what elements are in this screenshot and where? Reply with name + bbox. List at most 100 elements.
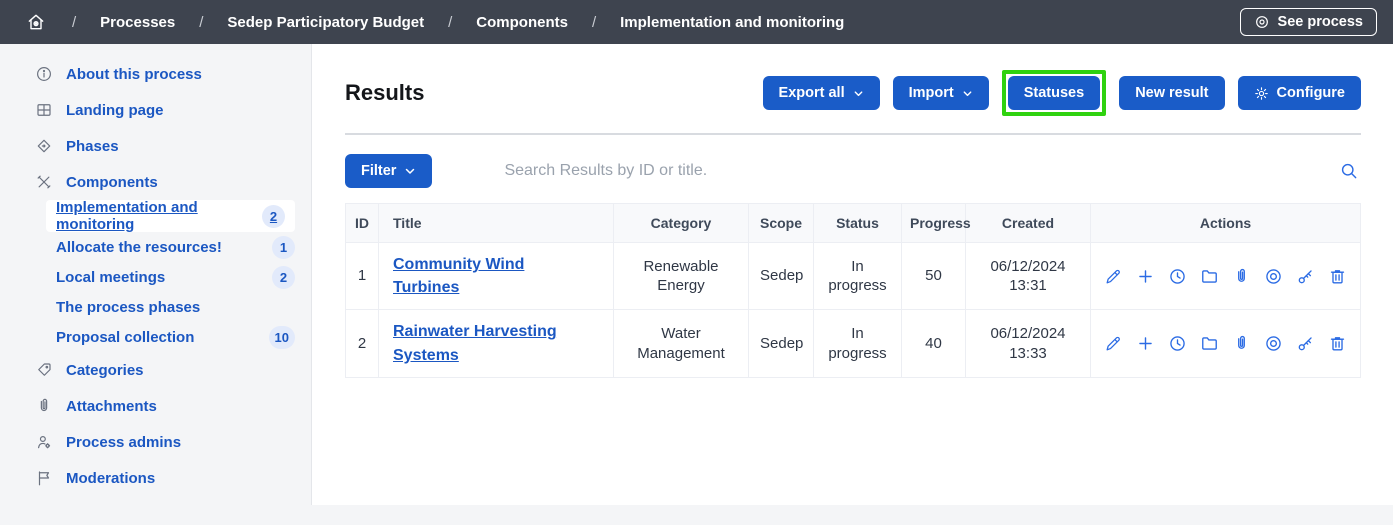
sidebar-subitem-allocate-resources[interactable]: Allocate the resources! 1: [56, 232, 295, 262]
page-title: Results: [345, 80, 424, 106]
filter-row: Filter: [345, 154, 1361, 188]
header-progress: Progress: [902, 204, 966, 243]
search-icon: [1339, 161, 1359, 181]
breadcrumb-current-component[interactable]: Implementation and monitoring: [620, 14, 844, 31]
sidebar-item-landing-page[interactable]: Landing page: [0, 92, 311, 128]
cell-category: Water Management: [614, 310, 749, 377]
search-button[interactable]: [1337, 161, 1361, 181]
sidebar-item-label: Components: [66, 174, 158, 191]
sidebar-item-moderations[interactable]: Moderations: [0, 460, 311, 496]
header-title: Title: [379, 204, 614, 243]
sidebar-subitem-label: Proposal collection: [56, 329, 194, 346]
configure-button[interactable]: Configure: [1238, 76, 1361, 110]
see-process-button[interactable]: See process: [1240, 8, 1377, 36]
cell-created: 06/12/2024 13:31: [966, 243, 1091, 310]
sidebar-item-about[interactable]: About this process: [0, 56, 311, 92]
permissions-icon[interactable]: [1296, 334, 1315, 353]
filter-label: Filter: [361, 163, 396, 179]
table-header-row: ID Title Category Scope Status Progress …: [346, 204, 1361, 243]
sidebar-item-attachments[interactable]: Attachments: [0, 388, 311, 424]
breadcrumb-separator: /: [448, 14, 452, 31]
sidebar-item-label: Attachments: [66, 398, 157, 415]
attachment-icon[interactable]: [1232, 267, 1251, 286]
delete-icon[interactable]: [1328, 334, 1347, 353]
header-scope: Scope: [749, 204, 814, 243]
phases-icon: [35, 137, 53, 155]
sidebar-subitem-proposal-collection[interactable]: Proposal collection 10: [56, 322, 295, 352]
cell-status: In progress: [814, 243, 902, 310]
cell-scope: Sedep: [749, 310, 814, 377]
sidebar-item-components[interactable]: Components: [0, 164, 311, 200]
tag-icon: [35, 361, 53, 379]
count-badge: 2: [272, 266, 295, 289]
cell-progress: 50: [902, 243, 966, 310]
sidebar-item-label: Phases: [66, 138, 119, 155]
sidebar-subitem-local-meetings[interactable]: Local meetings 2: [56, 262, 295, 292]
add-icon[interactable]: [1136, 267, 1155, 286]
table-row: 1 Community Wind Turbines Renewable Ener…: [346, 243, 1361, 310]
attachment-icon[interactable]: [1232, 334, 1251, 353]
cell-actions: [1091, 310, 1361, 377]
result-title-link[interactable]: Rainwater Harvesting Systems: [393, 320, 583, 366]
delete-icon[interactable]: [1328, 267, 1347, 286]
sidebar-item-label: Landing page: [66, 102, 164, 119]
new-result-label: New result: [1135, 85, 1208, 101]
import-button[interactable]: Import: [893, 76, 989, 110]
home-icon: [26, 12, 46, 32]
header-category: Category: [614, 204, 749, 243]
statuses-highlight-box: Statuses: [1002, 70, 1106, 116]
sidebar-item-label: Process admins: [66, 434, 181, 451]
sidebar-item-label: About this process: [66, 66, 202, 83]
export-all-label: Export all: [779, 85, 845, 101]
filter-button[interactable]: Filter: [345, 154, 432, 188]
folder-icon[interactable]: [1200, 334, 1219, 353]
count-badge: 1: [272, 236, 295, 259]
preview-icon[interactable]: [1264, 334, 1283, 353]
add-icon[interactable]: [1136, 334, 1155, 353]
chevron-down-icon: [962, 88, 973, 99]
components-subnav: Implementation and monitoring 2 Allocate…: [0, 200, 311, 352]
toolbar: Export all Import Statuses: [763, 70, 1361, 116]
permissions-icon[interactable]: [1296, 267, 1315, 286]
edit-icon[interactable]: [1104, 267, 1123, 286]
divider: [345, 133, 1361, 135]
sidebar-item-phases[interactable]: Phases: [0, 128, 311, 164]
gear-icon: [1254, 86, 1269, 101]
cell-title: Community Wind Turbines: [379, 243, 614, 310]
sidebar-subitem-label: Allocate the resources!: [56, 239, 222, 256]
preview-icon[interactable]: [1264, 267, 1283, 286]
breadcrumb-components[interactable]: Components: [476, 14, 568, 31]
header-created: Created: [966, 204, 1091, 243]
sidebar-subitem-label: Implementation and monitoring: [56, 199, 262, 233]
breadcrumb-separator: /: [199, 14, 203, 31]
breadcrumb-process-name[interactable]: Sedep Participatory Budget: [227, 14, 424, 31]
edit-icon[interactable]: [1104, 334, 1123, 353]
breadcrumb-processes[interactable]: Processes: [100, 14, 175, 31]
sidebar-subitem-label: The process phases: [56, 299, 200, 316]
topbar: / Processes / Sedep Participatory Budget…: [0, 0, 1393, 44]
export-all-button[interactable]: Export all: [763, 76, 880, 110]
configure-label: Configure: [1277, 85, 1345, 101]
main-content: Results Export all Import Statuses: [312, 44, 1393, 505]
statuses-button[interactable]: Statuses: [1008, 76, 1100, 110]
history-icon[interactable]: [1168, 267, 1187, 286]
cell-scope: Sedep: [749, 243, 814, 310]
search-input[interactable]: [502, 161, 1337, 181]
home-breadcrumb-link[interactable]: [26, 12, 46, 32]
table-row: 2 Rainwater Harvesting Systems Water Man…: [346, 310, 1361, 377]
count-badge: 10: [269, 326, 295, 349]
result-title-link[interactable]: Community Wind Turbines: [393, 253, 583, 299]
cell-id: 2: [346, 310, 379, 377]
sidebar-item-process-admins[interactable]: Process admins: [0, 424, 311, 460]
history-icon[interactable]: [1168, 334, 1187, 353]
paperclip-icon: [35, 397, 53, 415]
header-id: ID: [346, 204, 379, 243]
breadcrumb-separator: /: [592, 14, 596, 31]
sidebar-subitem-process-phases[interactable]: The process phases: [56, 292, 295, 322]
sidebar-subitem-implementation-monitoring[interactable]: Implementation and monitoring 2: [46, 200, 295, 232]
chevron-down-icon: [853, 88, 864, 99]
sidebar-item-categories[interactable]: Categories: [0, 352, 311, 388]
new-result-button[interactable]: New result: [1119, 76, 1224, 110]
header-actions: Actions: [1091, 204, 1361, 243]
folder-icon[interactable]: [1200, 267, 1219, 286]
